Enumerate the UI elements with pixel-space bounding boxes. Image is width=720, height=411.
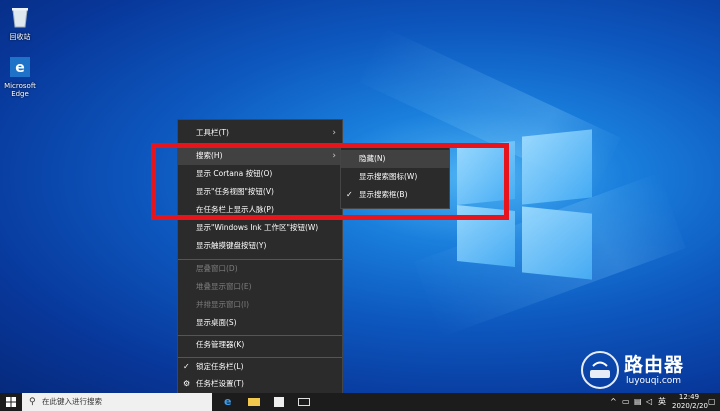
- windows-logo-pane: [522, 129, 592, 205]
- desktop-icon-label: Microsoft Edge: [4, 82, 36, 98]
- recycle-bin-icon: [12, 8, 28, 28]
- mail-icon: [298, 398, 310, 406]
- edge-icon: e: [10, 57, 30, 77]
- folder-icon: [248, 398, 260, 406]
- menu-item-label: 显示触摸键盘按钮(Y): [196, 241, 267, 250]
- desktop-icon-label: 回收站: [9, 33, 31, 41]
- menu-item-label: 堆叠显示窗口(E): [196, 282, 252, 291]
- windows-logo-pane: [522, 206, 592, 280]
- menu-item-label: 并排显示窗口(I): [196, 300, 250, 309]
- search-icon: ⚲: [29, 397, 36, 407]
- taskbar-edge-button[interactable]: e: [218, 393, 240, 411]
- menu-item-cascade-windows: 层叠窗口(D): [178, 260, 342, 278]
- menu-item-taskbar-settings[interactable]: ⚙ 任务栏设置(T): [178, 375, 342, 393]
- menu-item-label: 显示桌面(S): [196, 318, 237, 327]
- taskbar-store-button[interactable]: [268, 393, 290, 411]
- svg-text:e: e: [15, 60, 25, 76]
- menu-item-show-desktop[interactable]: 显示桌面(S): [178, 314, 342, 332]
- battery-icon[interactable]: ▭: [622, 393, 632, 411]
- menu-item-label: 层叠窗口(D): [196, 264, 238, 273]
- search-placeholder: 在此键入进行搜索: [42, 397, 102, 406]
- clock-date: 2020/2/20: [672, 402, 708, 410]
- desktop-icon-recycle-bin[interactable]: 回收站: [0, 5, 40, 41]
- clock[interactable]: 12:49 2020/2/20: [672, 393, 708, 411]
- start-button[interactable]: [0, 393, 22, 411]
- menu-item-stack-windows: 堆叠显示窗口(E): [178, 278, 342, 296]
- chevron-right-icon: ›: [332, 128, 336, 138]
- taskbar: ⚲ 在此键入进行搜索 e ^ ▭ ▤ ◁ 英 12:49 2020/2/20 ▢: [0, 393, 720, 411]
- desktop-icon-edge[interactable]: e Microsoft Edge: [0, 56, 40, 98]
- taskbar-mail-button[interactable]: [293, 393, 315, 411]
- menu-item-show-touch-keyboard[interactable]: 显示触摸键盘按钮(Y): [178, 237, 342, 255]
- clock-time: 12:49: [678, 393, 700, 401]
- menu-item-label: 工具栏(T): [196, 128, 229, 137]
- edge-icon: e: [224, 395, 232, 408]
- watermark: 路由器 luyouqi.com: [580, 348, 720, 392]
- menu-item-label: 显示"Windows Ink 工作区"按钮(W): [196, 223, 319, 232]
- router-logo-icon: [581, 351, 619, 389]
- menu-item-lock-taskbar[interactable]: ✓ 锁定任务栏(L): [178, 358, 342, 376]
- taskbar-file-explorer-button[interactable]: [243, 393, 265, 411]
- menu-item-task-manager[interactable]: 任务管理器(K): [178, 336, 342, 354]
- watermark-title: 路由器: [624, 354, 685, 376]
- menu-item-label: 锁定任务栏(L): [196, 362, 244, 371]
- notification-center-icon[interactable]: ▢: [708, 393, 720, 411]
- tray-chevron-up-icon[interactable]: ^: [610, 393, 620, 411]
- menu-item-label: 任务管理器(K): [196, 340, 245, 349]
- store-icon: [274, 397, 284, 407]
- volume-icon[interactable]: ◁: [646, 393, 656, 411]
- menu-item-label: 任务栏设置(T): [196, 379, 244, 388]
- search-box[interactable]: ⚲ 在此键入进行搜索: [22, 393, 212, 411]
- red-highlight-box: [151, 143, 509, 220]
- menu-item-show-windows-ink[interactable]: 显示"Windows Ink 工作区"按钮(W): [178, 219, 342, 237]
- network-icon[interactable]: ▤: [634, 393, 644, 411]
- checkmark-icon: ✓: [183, 362, 190, 371]
- menu-item-side-by-side-windows: 并排显示窗口(I): [178, 296, 342, 314]
- gear-icon: ⚙: [183, 379, 191, 388]
- menu-item-toolbars[interactable]: 工具栏(T) ›: [178, 124, 342, 142]
- input-language[interactable]: 英: [658, 393, 670, 411]
- watermark-url: luyouqi.com: [626, 376, 682, 386]
- windows-icon: [6, 397, 16, 407]
